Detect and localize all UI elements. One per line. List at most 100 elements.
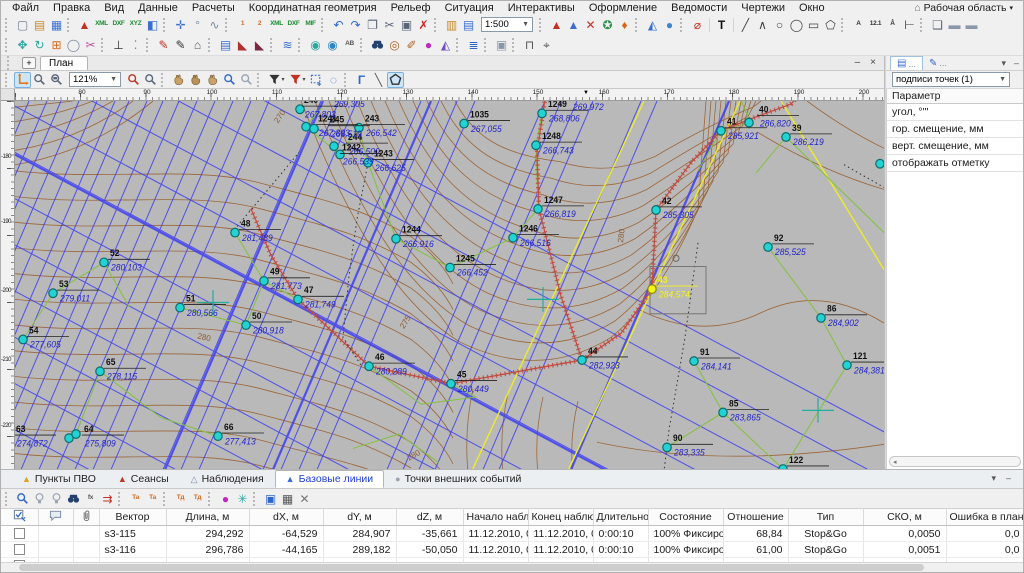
toolbar-grip[interactable] [270,38,276,52]
import-station-icon[interactable]: ▲ [76,17,93,33]
column-header-Конец наблюдений[interactable]: Конец наблюдений [528,509,593,526]
draw-circle-icon[interactable]: ◯ [788,17,805,33]
new-file-icon[interactable]: ▢ [14,17,31,33]
parameter-row-2[interactable]: верт. смещение, мм [887,138,1023,155]
precision-target-icon[interactable]: ⌖ [538,37,555,53]
recalc-icon[interactable]: ⇉ [99,491,116,507]
comment-header[interactable] [38,509,73,526]
toolbar-grip[interactable] [5,18,11,32]
pan-hand-up-icon[interactable] [187,72,204,88]
cell-Длина, м[interactable]: 296,786 [166,542,249,558]
column-header-Вектор[interactable]: Вектор [99,509,166,526]
toolbar-grip[interactable] [321,18,327,32]
cell-Состояние[interactable]: 100% Фиксиро... [648,542,723,558]
draw-angle-icon[interactable]: ∧ [754,17,771,33]
workspace-selector[interactable]: ⌂Рабочая область▾ [914,2,1019,14]
select-rect-icon[interactable] [308,72,325,88]
map-view[interactable]: 8090100110120130140150160170180190200▼ -… [1,89,884,469]
cell-Начало наблюдений[interactable]: 11.12.2010, 09:3... [463,542,528,558]
geo-angle-icon[interactable]: ° [189,17,206,33]
label-curve-icon[interactable]: Â [884,17,901,33]
toolbar-grip[interactable] [208,38,214,52]
toolbar-grip[interactable] [67,18,73,32]
import-screen-icon[interactable]: ◧ [144,17,161,33]
toolbar-grip[interactable] [101,38,107,52]
search-icon[interactable] [14,491,31,507]
menu-Правка[interactable]: Правка [46,2,97,14]
column-header-Отношение[interactable]: Отношение [723,509,788,526]
toolbar-grip[interactable] [680,18,686,32]
toolbar-grip[interactable] [163,18,169,32]
cell-Конец наблюдений[interactable]: 11.12.2010, 09:3... [528,542,593,558]
cell-dZ, м[interactable]: -35,661 [396,526,463,542]
draw-ellipse-icon[interactable]: ○ [771,17,788,33]
cell-Тип[interactable]: Stop&Go [788,542,863,558]
tab-Точки внешних событий[interactable]: ●Точки внешних событий [384,470,532,488]
row-attachment-cell[interactable] [73,526,99,542]
journal-icon[interactable]: ▤ [217,37,234,53]
no-ellipse-icon[interactable]: ⌀ [689,17,706,33]
column-header-Ошибка в плане[interactable]: Ошибка в плане [946,509,1023,526]
menu-Координатная геометрия[interactable]: Координатная геометрия [242,2,384,14]
toolbar-grip[interactable] [5,492,11,506]
relief-icon[interactable]: ◭ [644,17,661,33]
toolbar-grip[interactable] [635,18,641,32]
cell-Отношение[interactable]: 61,00 [723,542,788,558]
point-dots-icon[interactable]: ⁚ [127,37,144,53]
zoom-out-red-icon[interactable] [125,72,142,88]
cell-Вектор[interactable]: s3-115 [99,526,166,542]
redo-icon[interactable]: ↷ [347,17,364,33]
station-2-icon[interactable]: 2 [251,17,268,33]
label-dim-icon[interactable]: 12.1 [867,17,884,33]
menu-Ведомости[interactable]: Ведомости [664,2,734,14]
balloon-icon[interactable]: ❑ [929,17,946,33]
binoculars-icon[interactable] [369,37,386,53]
cell-dX, м[interactable]: -44,165 [249,542,323,558]
import-xml-icon[interactable]: XML [93,17,110,33]
scroll-left-arrow-icon[interactable]: ◂ [893,458,897,466]
move-tool-icon[interactable]: ✥ [14,37,31,53]
select-all-header[interactable] [1,509,38,526]
settings-tools-icon[interactable]: ✕ [296,491,313,507]
ball-magenta-icon[interactable]: ● [217,491,234,507]
toolbar-grip[interactable] [225,18,231,32]
toolbar-grip[interactable] [257,73,263,87]
scrollbar-thumb[interactable] [19,564,924,571]
build-contour-icon[interactable]: ⌂ [189,37,206,53]
menu-Файл[interactable]: Файл [5,2,46,14]
export-dxf-icon[interactable]: DXF [285,17,302,33]
toolbar-grip[interactable] [253,492,259,506]
toolbar-grip[interactable] [484,38,490,52]
row-attachment-cell[interactable] [73,542,99,558]
database-icon[interactable]: ≣ [465,37,482,53]
map-canvas[interactable]: 280275280270280270269,305269,97252280,10… [15,101,884,469]
toolbar-grip[interactable] [208,492,214,506]
import-dxf-icon[interactable]: DXF [110,17,127,33]
toolbar-grip[interactable] [920,18,926,32]
geo-spline-icon[interactable]: ∿ [206,17,223,33]
frame-view-icon[interactable]: ▣ [262,491,279,507]
toolbar-grip[interactable] [434,18,440,32]
cell-Состояние[interactable]: 100% Фиксиро... [648,526,723,542]
close-view-button[interactable]: × [870,57,876,68]
trajectory-icon[interactable]: ⊓ [521,37,538,53]
sphere-icon[interactable]: ● [661,17,678,33]
save-file-icon[interactable]: ▦ [48,17,65,33]
menu-Рельеф[interactable]: Рельеф [384,2,438,14]
tab-Пункты ПВО[interactable]: ▲Пункты ПВО [11,470,107,488]
cell-Длительность наблюдений[interactable]: 0:00:10 [593,526,648,542]
menu-Вид[interactable]: Вид [97,2,131,14]
wave-icon[interactable]: ≋ [279,37,296,53]
point-labels-dropdown[interactable]: подписи точек (1) ▼ [892,72,1010,87]
cell-dX, м[interactable]: -64,529 [249,526,323,542]
toolbar-grip[interactable] [512,38,518,52]
undo-icon[interactable]: ↶ [330,17,347,33]
edit-tab[interactable]: ✎ ... [923,56,953,70]
toolbar-grip[interactable] [146,38,152,52]
cell-Конец наблюдений[interactable]: 11.12.2010, 09:3... [528,526,593,542]
flag-red-icon[interactable]: ◣ [234,37,251,53]
attachment-header[interactable] [73,509,99,526]
column-header-dX, м[interactable]: dX, м [249,509,323,526]
tower-icon[interactable]: ♦ [616,17,633,33]
column-header-Длина, м[interactable]: Длина, м [166,509,249,526]
